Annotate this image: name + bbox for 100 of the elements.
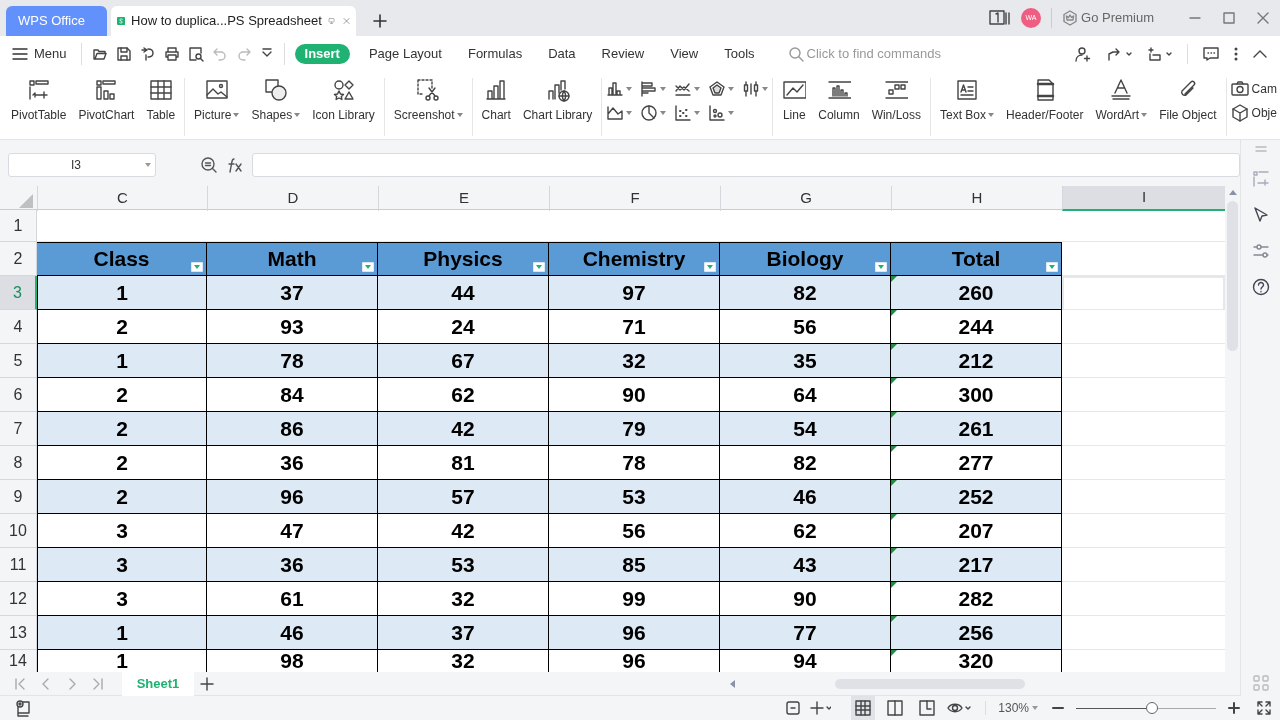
column-title: Math — [267, 246, 317, 273]
row-header[interactable]: 13 — [0, 616, 37, 650]
more-icon[interactable] — [1234, 46, 1238, 62]
cursor-icon[interactable] — [1251, 206, 1270, 224]
chart-type-button[interactable] — [674, 104, 701, 122]
ribbon-button[interactable]: Chart — [476, 78, 516, 124]
column-header[interactable]: E — [378, 186, 549, 211]
table-cell: 53 — [378, 548, 549, 582]
ribbon-button[interactable]: Chart Library — [517, 78, 598, 124]
chart-type-button[interactable] — [640, 80, 667, 98]
ribbon-button[interactable]: Header/Footer — [1001, 78, 1089, 124]
column-header[interactable]: D — [207, 186, 378, 211]
ribbon-tab[interactable]: Review — [588, 44, 658, 64]
maximize-icon[interactable] — [1222, 11, 1236, 25]
row-header[interactable]: 1 — [0, 210, 37, 242]
ribbon-button[interactable]: PivotChart — [73, 78, 140, 124]
chart-type-button[interactable] — [708, 104, 735, 122]
ribbon-tab[interactable]: View — [657, 44, 712, 64]
read-mode-icon[interactable] — [785, 700, 802, 716]
ribbon-tab[interactable]: Page Layout — [355, 44, 455, 64]
ribbon-button[interactable]: Column — [813, 78, 865, 124]
close-icon[interactable] — [1256, 11, 1270, 25]
column-header[interactable]: C — [37, 186, 207, 211]
chart-type-button[interactable] — [742, 80, 769, 98]
ribbon-button[interactable]: Screenshot — [388, 78, 468, 124]
filter-dropdown-icon[interactable] — [874, 261, 888, 273]
comment-icon[interactable] — [1202, 46, 1220, 62]
table-cell: 244 — [891, 310, 1062, 344]
add-user-icon[interactable] — [1075, 46, 1093, 62]
row-header[interactable]: 7 — [0, 412, 37, 446]
filter-dropdown-icon[interactable] — [190, 261, 204, 273]
ribbon-tab[interactable]: Formulas — [454, 44, 536, 64]
document-tab[interactable]: How to duplica...PS Spreadsheet — [111, 6, 356, 36]
share-icon[interactable] — [1107, 46, 1133, 62]
row-header[interactable]: 8 — [0, 446, 37, 480]
row-header[interactable]: 6 — [0, 378, 37, 412]
menu-button[interactable]: Menu — [12, 44, 75, 64]
go-premium-button[interactable]: Go Premium — [1062, 8, 1154, 28]
ribbon-button[interactable]: File Object — [1154, 78, 1222, 124]
row-header[interactable]: 5 — [0, 344, 37, 378]
ribbon-button[interactable]: PivotTable — [6, 78, 72, 124]
ribbon-button[interactable]: Table — [141, 78, 181, 124]
ribbon-button[interactable]: Line — [777, 78, 812, 124]
row-header[interactable]: 4 — [0, 310, 37, 344]
filter-dropdown-icon[interactable] — [532, 261, 546, 273]
new-tab-icon[interactable] — [372, 13, 388, 29]
chart-type-button[interactable] — [640, 104, 667, 122]
ribbon-button[interactable]: Shapes — [246, 78, 306, 124]
window-count-icon[interactable] — [989, 10, 1012, 26]
function-icon[interactable] — [226, 156, 244, 174]
filter-dropdown-icon[interactable] — [1045, 261, 1059, 273]
chart-type-button[interactable] — [606, 104, 633, 122]
ribbon-button[interactable]: Icon Library — [307, 78, 380, 124]
open-folder-icon[interactable] — [91, 46, 108, 62]
table-cell: 3 — [37, 582, 207, 616]
ribbon-tab[interactable]: Tools — [711, 44, 768, 64]
table-cell: 82 — [720, 446, 891, 480]
table-cell: 57 — [378, 480, 549, 514]
column-header[interactable]: G — [720, 186, 891, 211]
view-button[interactable] — [851, 696, 876, 720]
command-search-field[interactable]: Click to find commands — [806, 44, 982, 64]
filter-dropdown-icon[interactable] — [703, 261, 717, 273]
ribbon-button[interactable]: Picture — [189, 78, 245, 124]
zoom-level-dropdown[interactable]: 130% — [998, 699, 1038, 717]
row-header[interactable]: 11 — [0, 548, 37, 582]
help-icon[interactable] — [1251, 278, 1270, 296]
adjust-icon[interactable] — [1251, 242, 1270, 260]
add-sheet-icon[interactable] — [200, 676, 214, 691]
row-header[interactable]: 9 — [0, 480, 37, 514]
caret-icon — [1032, 706, 1038, 710]
row-header[interactable]: 14 — [0, 650, 37, 672]
save-icon[interactable] — [115, 46, 132, 62]
table-cell: 277 — [891, 446, 1062, 480]
ribbon-button[interactable]: Text Box — [935, 78, 999, 124]
print-preview-icon[interactable] — [187, 46, 204, 62]
freeze-icon[interactable] — [809, 700, 832, 716]
print-icon[interactable] — [163, 46, 180, 62]
ribbon-button[interactable]: WordArt — [1090, 78, 1153, 124]
name-box[interactable]: I3 — [8, 153, 156, 177]
column-header[interactable]: F — [549, 186, 720, 211]
row-header[interactable]: 10 — [0, 514, 37, 548]
table-cell: 1 — [37, 276, 207, 310]
caret-icon — [626, 87, 633, 91]
filter-dropdown-icon[interactable] — [361, 261, 375, 273]
macro-icon[interactable] — [14, 699, 32, 717]
chart-type-button[interactable] — [606, 80, 633, 98]
zoom-slider-thumb[interactable] — [1146, 702, 1158, 714]
fullscreen-icon[interactable] — [1256, 700, 1272, 716]
ribbon-button[interactable]: Cam — [1230, 80, 1279, 98]
chart-type-button[interactable] — [708, 80, 735, 98]
row-header[interactable]: 2 — [0, 242, 37, 276]
zoom-icon[interactable] — [200, 156, 218, 174]
row-header[interactable]: 12 — [0, 582, 37, 616]
column-header[interactable]: I — [1062, 186, 1225, 211]
ribbon-button[interactable]: Obje — [1230, 104, 1279, 122]
ribbon-button[interactable]: Win/Loss — [866, 78, 926, 124]
table-cell: 53 — [549, 480, 720, 514]
formula-field[interactable] — [252, 153, 1240, 177]
ribbon-tab[interactable]: Data — [535, 44, 589, 64]
zoom-in-icon[interactable] — [1228, 702, 1240, 714]
